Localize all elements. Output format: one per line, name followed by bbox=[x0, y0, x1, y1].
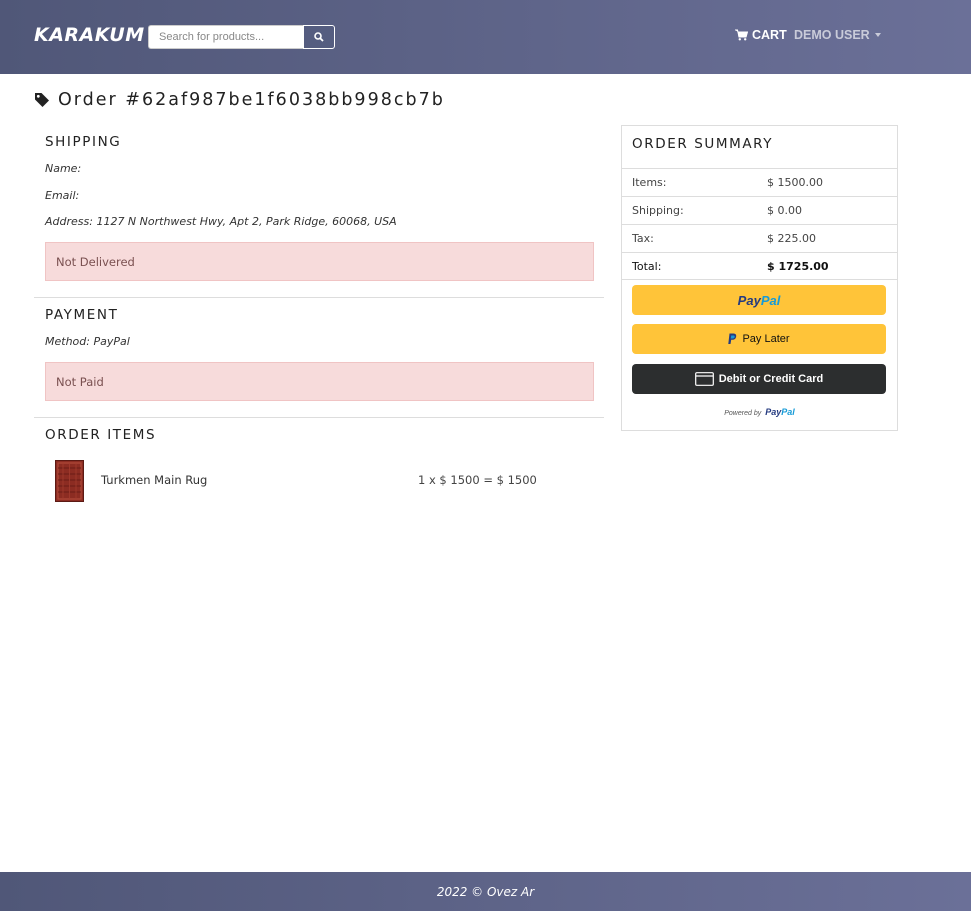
payment-heading: PAYMENT bbox=[45, 307, 119, 323]
summary-label: Total: bbox=[632, 260, 662, 273]
shipping-address: Address: 1127 N Northwest Hwy, Apt 2, Pa… bbox=[45, 215, 397, 228]
cart-label: CART bbox=[752, 28, 787, 42]
order-title: Order #62af987be1f6038bb998cb7b bbox=[58, 90, 445, 110]
powered-by-label: Powered by bbox=[724, 410, 762, 417]
shipping-name: Name: bbox=[45, 162, 82, 175]
shipping-email: Email: bbox=[45, 189, 80, 202]
powered-by-paypal: Powered by PayPal bbox=[622, 400, 897, 419]
paypal-button[interactable]: Pay Pal bbox=[632, 285, 886, 315]
debit-credit-card-button[interactable]: Debit or Credit Card bbox=[632, 364, 886, 394]
summary-row-shipping: Shipping: $ 0.00 bbox=[622, 196, 897, 224]
summary-value: $ 0.00 bbox=[767, 204, 802, 217]
list-item: Turkmen Main Rug 1 x $ 1500 = $ 1500 bbox=[45, 458, 594, 502]
payment-status-alert: Not Paid bbox=[45, 362, 594, 401]
user-menu-dropdown[interactable]: DEMO USER bbox=[794, 28, 881, 42]
shipping-heading: SHIPPING bbox=[45, 134, 122, 150]
chevron-down-icon bbox=[874, 33, 881, 37]
credit-card-icon bbox=[694, 372, 714, 386]
search-input[interactable] bbox=[148, 25, 303, 49]
pay-later-button[interactable]: Pay Later bbox=[632, 324, 886, 354]
search-icon bbox=[314, 32, 324, 42]
page-title: Order #62af987be1f6038bb998cb7b bbox=[34, 90, 445, 110]
footer: 2022 © Ovez Ar bbox=[0, 872, 971, 911]
product-image[interactable] bbox=[55, 460, 84, 502]
paypal-logo-icon bbox=[728, 333, 737, 344]
payment-method: Method: PayPal bbox=[45, 335, 130, 348]
powered-brand-pal: Pal bbox=[781, 407, 795, 417]
delivery-status-alert: Not Delivered bbox=[45, 242, 594, 281]
footer-copyright: 2022 © Ovez Ar bbox=[436, 884, 535, 899]
order-summary-card: ORDER SUMMARY Items: $ 1500.00 Shipping:… bbox=[621, 125, 898, 431]
summary-row-total: Total: $ 1725.00 bbox=[622, 252, 897, 280]
summary-label: Tax: bbox=[632, 232, 654, 245]
item-name-link[interactable]: Turkmen Main Rug bbox=[101, 473, 207, 487]
summary-label: Items: bbox=[632, 176, 667, 189]
order-summary-heading: ORDER SUMMARY bbox=[632, 136, 774, 152]
nav-cart-link[interactable]: CART bbox=[735, 28, 787, 42]
delivery-status-text: Not Delivered bbox=[56, 254, 135, 269]
shopping-cart-icon bbox=[735, 29, 748, 41]
divider bbox=[34, 417, 604, 418]
summary-value: $ 1725.00 bbox=[767, 260, 829, 273]
summary-label: Shipping: bbox=[632, 204, 684, 217]
navbar: KARAKUM CART DEMO USER bbox=[0, 0, 971, 74]
paypal-word-pay: Pay bbox=[737, 292, 761, 308]
search-form bbox=[148, 25, 335, 49]
user-name-label: DEMO USER bbox=[794, 28, 870, 42]
card-label: Debit or Credit Card bbox=[718, 373, 824, 385]
summary-value: $ 225.00 bbox=[767, 232, 816, 245]
summary-row-tax: Tax: $ 225.00 bbox=[622, 224, 897, 252]
order-items-heading: ORDER ITEMS bbox=[45, 427, 157, 443]
search-button[interactable] bbox=[303, 25, 335, 49]
divider bbox=[34, 297, 604, 298]
item-price-line: 1 x $ 1500 = $ 1500 bbox=[418, 473, 537, 487]
pay-later-label: Pay Later bbox=[742, 333, 790, 345]
powered-brand-pay: Pay bbox=[765, 407, 782, 417]
paypal-word-pal: Pal bbox=[760, 292, 781, 308]
summary-row-items: Items: $ 1500.00 bbox=[622, 168, 897, 196]
summary-value: $ 1500.00 bbox=[767, 176, 823, 189]
tag-icon bbox=[35, 93, 49, 107]
payment-status-text: Not Paid bbox=[56, 374, 104, 389]
brand-logo[interactable]: KARAKUM bbox=[34, 24, 145, 46]
